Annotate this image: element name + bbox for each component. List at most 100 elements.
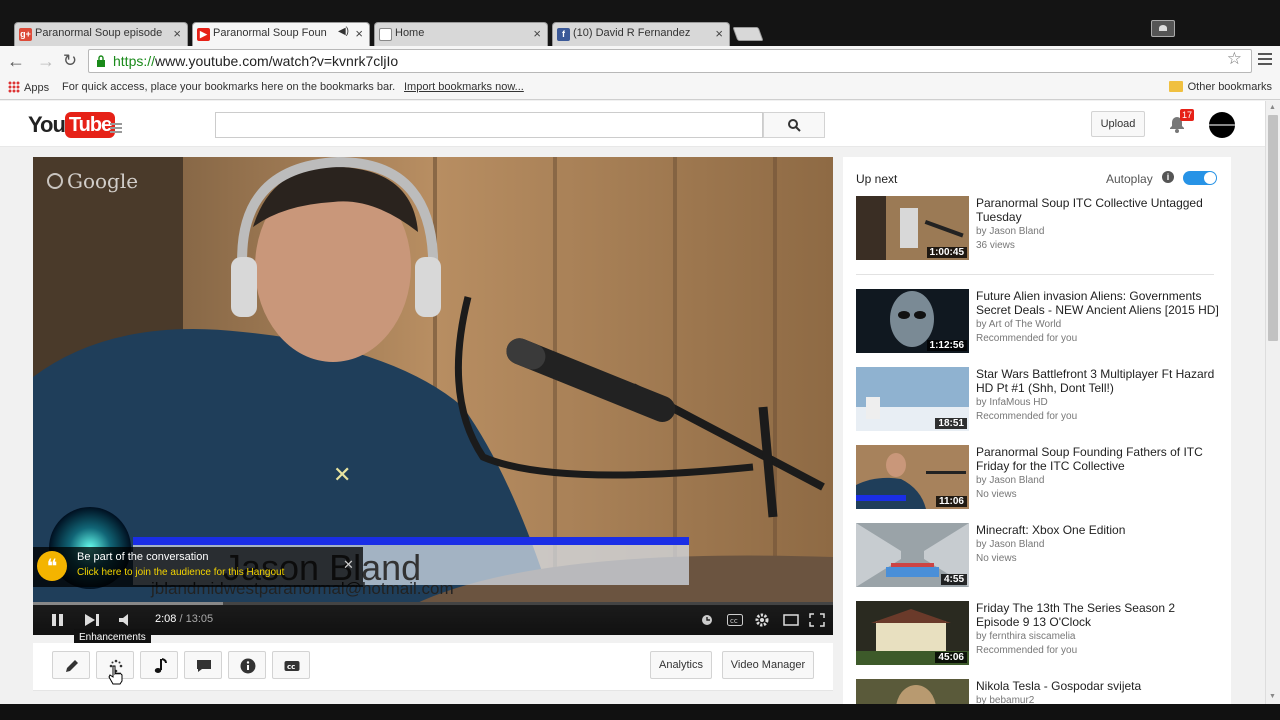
- apps-grid-icon: [8, 81, 20, 93]
- upload-button[interactable]: Upload: [1091, 111, 1145, 137]
- video-player[interactable]: ✕ Google Jason Bland jblandmidwestparano…: [33, 157, 833, 635]
- facebook-icon: f: [557, 28, 570, 41]
- bookmarks-hint: For quick access, place your bookmarks h…: [62, 81, 396, 93]
- list-item[interactable]: 1:00:45 Paranormal Soup ITC Collective U…: [856, 196, 1218, 262]
- pause-icon[interactable]: [51, 614, 65, 626]
- video-views: No views: [976, 489, 1017, 500]
- import-bookmarks-link[interactable]: Import bookmarks now...: [404, 81, 524, 93]
- video-thumbnail[interactable]: 45:06: [856, 601, 969, 665]
- back-arrow-icon[interactable]: ←: [6, 51, 26, 71]
- fullscreen-icon[interactable]: [809, 613, 825, 627]
- video-channel: by Art of The World: [976, 319, 1062, 330]
- list-item[interactable]: 18:51 Star Wars Battlefront 3 Multiplaye…: [856, 367, 1218, 433]
- analytics-button[interactable]: Analytics: [650, 651, 712, 679]
- svg-text:✕: ✕: [333, 463, 351, 488]
- list-item[interactable]: 1:12:56 Future Alien invasion Aliens: Go…: [856, 289, 1220, 355]
- total-duration: 13:05: [185, 613, 214, 625]
- info-icon: [240, 658, 256, 674]
- address-bar[interactable]: https://www.youtube.com/watch?v=kvnrk7cl…: [88, 49, 1252, 73]
- youtube-logo[interactable]: You Tube: [28, 112, 116, 138]
- tab-paranormal-soup-episode[interactable]: g+ Paranormal Soup episode ×: [14, 22, 188, 46]
- hangout-join-link[interactable]: Click here to join the audience for this…: [77, 567, 284, 578]
- list-item[interactable]: 4:55 Minecraft: Xbox One Edition by Jaso…: [856, 523, 1218, 589]
- video-manager-button[interactable]: Video Manager: [722, 651, 814, 679]
- related-videos-sidebar: Up next Autoplay i 1:00:45 Paranormal So…: [843, 157, 1231, 720]
- other-bookmarks[interactable]: Other bookmarks: [1168, 81, 1272, 93]
- apps-shortcut[interactable]: Apps: [8, 81, 49, 94]
- info-button[interactable]: [228, 651, 266, 679]
- video-title[interactable]: Minecraft: Xbox One Edition: [976, 523, 1220, 537]
- new-tab-button[interactable]: [732, 27, 764, 41]
- list-item[interactable]: 45:06 Friday The 13th The Series Season …: [856, 601, 1218, 667]
- notification-count-badge: 17: [1180, 109, 1195, 121]
- video-thumbnail[interactable]: 1:00:45: [856, 196, 969, 260]
- tab-paranormal-soup-founding[interactable]: ▶ Paranormal Soup Foun ◀) ×: [192, 22, 370, 46]
- video-title[interactable]: Star Wars Battlefront 3 Multiplayer Ft H…: [976, 367, 1220, 395]
- speech-bubble-icon: [197, 660, 211, 672]
- video-channel: by Jason Bland: [976, 475, 1045, 486]
- video-title[interactable]: Paranormal Soup ITC Collective Untagged …: [976, 196, 1220, 224]
- avatar[interactable]: [1209, 112, 1235, 138]
- browser-tab-strip: g+ Paranormal Soup episode × ▶ Paranorma…: [0, 0, 1280, 46]
- close-tab-icon[interactable]: ×: [533, 26, 541, 41]
- video-title[interactable]: Friday The 13th The Series Season 2 Epis…: [976, 601, 1220, 629]
- next-icon[interactable]: [85, 614, 101, 626]
- bookmark-star-icon[interactable]: ☆: [1227, 49, 1242, 69]
- speaker-icon: ◀): [337, 26, 349, 37]
- annotations-button[interactable]: [184, 651, 222, 679]
- buffered-bar: [33, 602, 223, 605]
- volume-icon[interactable]: [119, 614, 135, 626]
- scroll-down-arrow-icon[interactable]: ▼: [1269, 693, 1276, 700]
- guide-menu-icon[interactable]: [110, 121, 122, 135]
- search-button[interactable]: [763, 112, 825, 138]
- info-icon[interactable]: i: [1162, 171, 1174, 183]
- close-tab-icon[interactable]: ×: [715, 26, 723, 41]
- scrollbar-thumb[interactable]: [1268, 115, 1278, 341]
- page-scrollbar[interactable]: ▲ ▼: [1265, 101, 1280, 720]
- video-title[interactable]: Paranormal Soup Founding Fathers of ITC …: [976, 445, 1220, 473]
- video-thumbnail[interactable]: 18:51: [856, 367, 969, 431]
- video-thumbnail[interactable]: 11:06: [856, 445, 969, 509]
- hangout-invite-banner[interactable]: ❝ Be part of the conversation Click here…: [33, 547, 363, 587]
- settings-gear-icon[interactable]: [755, 613, 769, 627]
- other-bookmarks-label: Other bookmarks: [1187, 81, 1272, 93]
- forward-arrow-icon[interactable]: →: [36, 51, 56, 71]
- creator-action-bar: cc Analytics Video Manager: [33, 643, 833, 691]
- svg-text:cc: cc: [287, 663, 295, 671]
- profile-icon[interactable]: [1151, 20, 1175, 37]
- duration-badge: 1:12:56: [926, 340, 967, 351]
- video-thumbnail[interactable]: 1:12:56: [856, 289, 969, 353]
- reload-icon[interactable]: ↻: [60, 51, 80, 71]
- youtube-header: You Tube Upload 17: [0, 101, 1265, 147]
- tab-facebook[interactable]: f (10) David R Fernandez ×: [552, 22, 730, 46]
- search-input[interactable]: [215, 112, 763, 138]
- list-item[interactable]: 11:06 Paranormal Soup Founding Fathers o…: [856, 445, 1218, 511]
- overlay-blue-bar: [133, 537, 689, 545]
- scroll-up-arrow-icon[interactable]: ▲: [1269, 104, 1276, 111]
- subtitles-button[interactable]: cc: [272, 651, 310, 679]
- duration-badge: 45:06: [935, 652, 967, 663]
- close-banner-icon[interactable]: ✕: [343, 557, 354, 573]
- watch-later-icon[interactable]: [701, 614, 713, 626]
- audio-button[interactable]: [140, 651, 178, 679]
- video-title[interactable]: Nikola Tesla - Gospodar svijeta: [976, 679, 1220, 693]
- duration-badge: 1:00:45: [926, 247, 967, 258]
- bookmarks-bar: Apps For quick access, place your bookma…: [0, 76, 1280, 100]
- video-channel: by Jason Bland: [976, 226, 1045, 237]
- autoplay-toggle[interactable]: [1183, 171, 1217, 185]
- edit-button[interactable]: [52, 651, 90, 679]
- captions-icon[interactable]: cc: [727, 614, 743, 626]
- player-controls: 2:08 / 13:05 cc: [33, 602, 833, 635]
- time-display: 2:08 / 13:05: [155, 613, 213, 625]
- tab-home[interactable]: Home ×: [374, 22, 548, 46]
- theater-mode-icon[interactable]: [783, 614, 799, 626]
- video-thumbnail[interactable]: 4:55: [856, 523, 969, 587]
- chrome-menu-icon[interactable]: [1258, 50, 1272, 68]
- search-icon: [788, 119, 801, 132]
- logo-you: You: [28, 112, 66, 137]
- folder-icon: [1168, 81, 1183, 92]
- close-tab-icon[interactable]: ×: [173, 26, 181, 41]
- video-title[interactable]: Future Alien invasion Aliens: Government…: [976, 289, 1220, 317]
- close-tab-icon[interactable]: ×: [355, 26, 363, 41]
- progress-bar[interactable]: [33, 602, 833, 605]
